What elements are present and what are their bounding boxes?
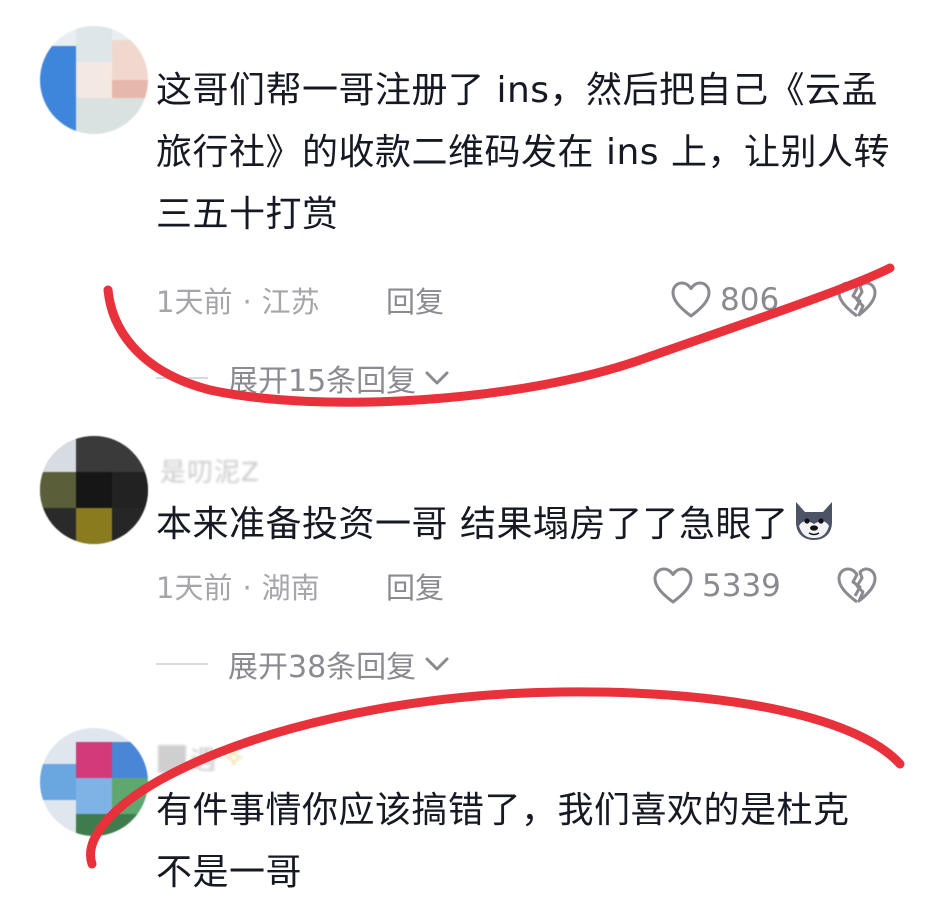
expand-replies[interactable]: 展开38条回复 <box>156 642 450 686</box>
husky-emoji-icon <box>796 502 833 540</box>
username[interactable]: 遇 ✧ <box>158 740 246 777</box>
dislike-button[interactable] <box>836 280 878 324</box>
comment-meta: 1天前 · 江苏 回复 <box>156 282 444 322</box>
like-button[interactable]: 806 <box>670 280 779 320</box>
reply-button[interactable]: 回复 <box>386 282 444 322</box>
broken-heart-icon <box>837 281 877 318</box>
chevron-down-icon <box>425 657 449 671</box>
comment-text: 这哥们帮一哥注册了 ins，然后把自己《云孟旅行社》的收款二维码发在 ins 上… <box>156 70 890 235</box>
sparkle-icon: ✧ <box>223 743 246 774</box>
comment-meta: 1天前 · 湖南 回复 <box>156 568 444 608</box>
username-text: 遇 <box>190 746 218 776</box>
comment-time: 1天前 <box>156 285 233 319</box>
divider-line <box>156 663 208 665</box>
reply-button[interactable]: 回复 <box>386 568 444 608</box>
expand-replies-label: 展开38条回复 <box>228 650 417 685</box>
comment-location: 江苏 <box>261 285 320 319</box>
comment-text: 有件事情你应该搞错了，我们喜欢的是杜克不是一哥 <box>156 790 850 893</box>
expand-replies-label: 展开15条回复 <box>228 364 417 399</box>
avatar[interactable] <box>40 728 148 836</box>
username-blur <box>158 744 186 773</box>
dislike-button[interactable] <box>836 566 878 610</box>
like-count: 5339 <box>702 568 781 604</box>
comment-text-content: 本来准备投资一哥 结果塌房了了急眼了 <box>156 504 789 545</box>
comment-text: 本来准备投资一哥 结果塌房了了急眼了 <box>156 494 896 556</box>
comment-time: 1天前 <box>156 571 233 605</box>
broken-heart-icon <box>837 567 877 604</box>
expand-replies[interactable]: 展开15条回复 <box>156 356 450 400</box>
like-count: 806 <box>720 282 780 318</box>
heart-icon <box>671 281 711 318</box>
comment-location: 湖南 <box>261 571 320 605</box>
chevron-down-icon <box>425 371 449 385</box>
like-button[interactable]: 5339 <box>652 566 781 606</box>
heart-icon <box>653 567 693 604</box>
avatar[interactable] <box>40 436 148 544</box>
meta-separator: · <box>242 571 252 605</box>
username[interactable]: 是叨泥Z <box>160 452 260 489</box>
avatar[interactable] <box>40 26 148 134</box>
meta-separator: · <box>242 285 252 319</box>
divider-line <box>156 377 208 379</box>
